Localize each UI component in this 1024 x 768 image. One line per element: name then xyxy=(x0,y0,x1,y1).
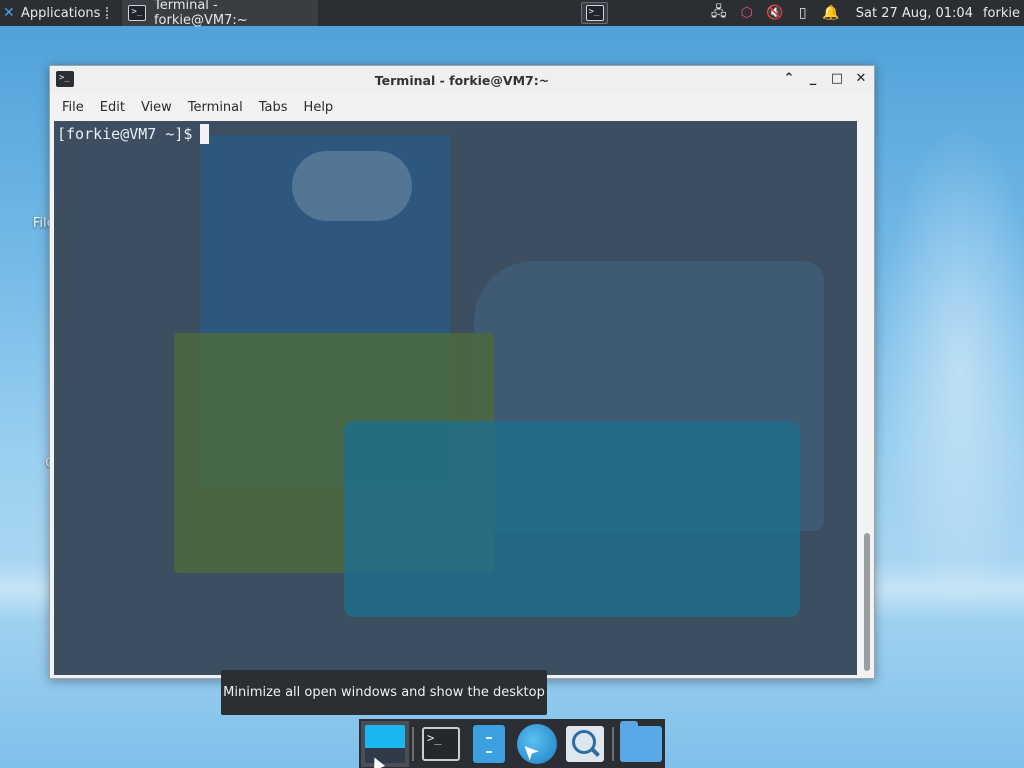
show-desktop-icon xyxy=(365,724,405,763)
system-tray: 🖧 ⬡ 🔇 ▯ 🔔 Sat 27 Aug, 01:04 forkie xyxy=(710,0,1024,26)
battery-icon[interactable]: ▯ xyxy=(794,4,812,22)
clock[interactable]: Sat 27 Aug, 01:04 xyxy=(856,6,973,21)
user-menu[interactable]: forkie xyxy=(983,6,1020,21)
dock-terminal-button[interactable]: >_ xyxy=(417,721,465,767)
workspace-terminal-icon: >_ xyxy=(585,5,604,21)
window-titlebar[interactable]: >_ Terminal - forkie@VM7:~ ⌃ _ □ ✕ xyxy=(50,66,874,94)
workspace-switcher[interactable]: >_ xyxy=(581,2,608,24)
xfce-logo-icon: ✕ xyxy=(3,5,15,21)
shade-icon[interactable]: ⌃ xyxy=(782,70,796,88)
dock-separator xyxy=(412,726,414,761)
menu-view[interactable]: View xyxy=(133,100,180,115)
app-finder-icon xyxy=(566,725,604,762)
tooltip: Minimize all open windows and show the d… xyxy=(221,670,547,715)
window-controls: ⌃ _ □ ✕ xyxy=(782,70,868,88)
wallpaper-glow xyxy=(880,120,1024,620)
folder-icon xyxy=(620,720,662,762)
menu-help[interactable]: Help xyxy=(296,100,342,115)
terminal-output[interactable]: [forkie@VM7 ~]$ xyxy=(54,121,857,675)
scrollbar[interactable] xyxy=(862,121,872,675)
minimize-icon[interactable]: _ xyxy=(806,70,820,88)
menu-tabs[interactable]: Tabs xyxy=(251,100,296,115)
scrollbar-thumb[interactable] xyxy=(864,533,870,671)
taskbar-terminal-title: Terminal - forkie@VM7:~ xyxy=(153,0,248,28)
dock-folder-button[interactable] xyxy=(617,720,665,767)
close-icon[interactable]: ✕ xyxy=(854,70,868,88)
wallpaper-through-terminal xyxy=(344,421,800,617)
wallpaper-through-terminal xyxy=(292,151,412,221)
terminal-icon: >_ xyxy=(128,5,146,21)
panel-separator xyxy=(106,7,112,19)
file-manager-icon xyxy=(473,724,505,763)
applications-label: Applications xyxy=(21,5,101,21)
shell-prompt: [forkie@VM7 ~]$ xyxy=(57,124,210,144)
dock-separator xyxy=(612,726,614,761)
dock-web-browser-button[interactable] xyxy=(513,721,561,767)
window-title: Terminal - forkie@VM7:~ xyxy=(374,72,550,88)
dock: >_ xyxy=(359,719,665,768)
taskbar-terminal-button[interactable]: >_ Terminal - forkie@VM7:~ xyxy=(122,0,319,28)
applications-menu-button[interactable]: ✕ Applications xyxy=(0,0,116,26)
notification-bell-icon[interactable]: 🔔 xyxy=(822,4,840,22)
menu-bar: File Edit View Terminal Tabs Help xyxy=(50,94,874,120)
prompt-text: [forkie@VM7 ~]$ xyxy=(57,125,193,143)
tooltip-text: Minimize all open windows and show the d… xyxy=(223,685,545,700)
web-browser-icon xyxy=(517,723,557,764)
top-panel: ✕ Applications >_ Terminal - forkie@VM7:… xyxy=(0,0,1024,28)
network-icon[interactable]: 🖧 xyxy=(710,4,728,22)
terminal-window: >_ Terminal - forkie@VM7:~ ⌃ _ □ ✕ File … xyxy=(49,65,875,679)
terminal-icon: >_ xyxy=(422,726,460,761)
package-updates-icon[interactable]: ⬡ xyxy=(738,4,756,22)
volume-muted-icon[interactable]: 🔇 xyxy=(766,4,784,22)
menu-file[interactable]: File xyxy=(54,100,92,115)
text-cursor xyxy=(200,124,210,144)
dock-file-manager-button[interactable] xyxy=(465,721,513,767)
menu-terminal[interactable]: Terminal xyxy=(180,100,251,115)
dock-app-finder-button[interactable] xyxy=(561,721,609,767)
maximize-icon[interactable]: □ xyxy=(830,70,844,88)
menu-edit[interactable]: Edit xyxy=(92,100,133,115)
window-terminal-icon: >_ xyxy=(56,71,74,87)
